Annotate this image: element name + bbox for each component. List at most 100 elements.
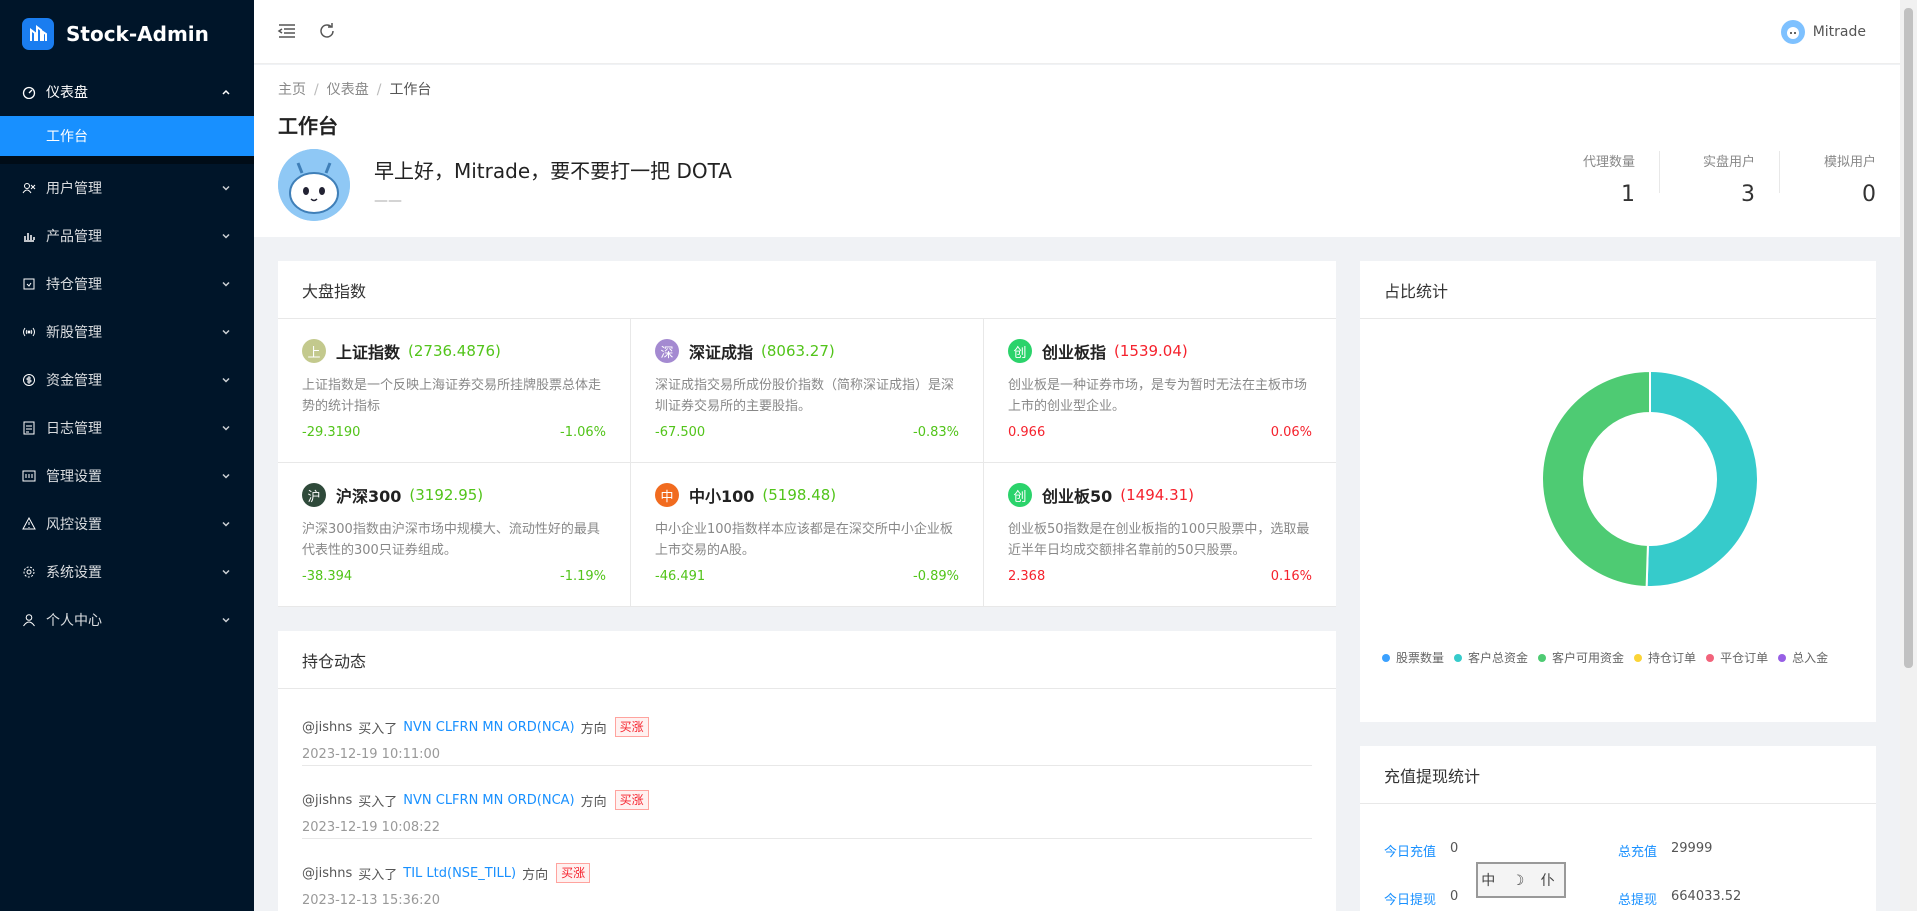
index-name: 创业板50: [1042, 487, 1113, 506]
index-name: 深证成指: [689, 343, 754, 362]
mascot-avatar: [278, 149, 350, 221]
index-name: 上证指数: [336, 343, 401, 362]
user-menu[interactable]: Mitrade: [1780, 20, 1866, 44]
feed-direction-label: 方向: [580, 721, 607, 737]
scrollbar-thumb[interactable]: [1904, 8, 1913, 668]
index-percent: -0.89%: [913, 569, 959, 584]
feed-stock-link[interactable]: NVN CLFRN MN ORD(NCA): [403, 720, 574, 735]
sidebar-item-label: 个人中心: [46, 613, 102, 629]
index-description: 创业板50指数是在创业板指的100只股票中，选取最近半年日均成交额排名靠前的50…: [1008, 522, 1310, 558]
sidebar-item-8[interactable]: 系统设置: [0, 548, 254, 596]
sidebar-item-label: 系统设置: [46, 565, 102, 581]
sidebar-item-5[interactable]: 日志管理: [0, 404, 254, 452]
stat-agents: 代理数量 1: [1540, 151, 1660, 207]
legend-dot: [1634, 653, 1643, 662]
card-title: 占比统计: [1360, 261, 1876, 319]
legend-item[interactable]: 客户可用资金: [1538, 649, 1624, 666]
feed-action: 买入了: [358, 794, 398, 810]
stamp-image: 中 ☽ 仆: [1476, 862, 1566, 898]
chevron-down-icon: [220, 326, 232, 338]
greeting-sub: ——: [374, 193, 402, 209]
index-change: -38.394: [302, 569, 353, 584]
settings-panel-icon: [22, 469, 36, 483]
feed-stock-link[interactable]: TIL Ltd(NSE_TILL): [403, 866, 516, 881]
sidebar-item-0[interactable]: 用户管理: [0, 164, 254, 212]
index-card[interactable]: 中中小100 (5198.48) 中小企业100指数样本应该都是在深交所中小企业板上…: [631, 463, 984, 607]
index-card[interactable]: 创创业板指 (1539.04) 创业板是一种证券市场，是专为暂时无法在主板市场上市的…: [984, 319, 1336, 463]
direction-tag: 买涨: [614, 790, 649, 810]
index-percent: 0.16%: [1270, 569, 1312, 584]
legend-item[interactable]: 总入金: [1778, 649, 1828, 666]
stat-demo-users: 模拟用户 0: [1823, 155, 1876, 207]
logo[interactable]: Stock-Admin: [0, 0, 254, 68]
index-price: (1539.04): [1114, 342, 1188, 360]
feed-time: 2023-12-13 15:36:20: [302, 893, 441, 908]
index-change: -67.500: [655, 425, 706, 440]
total-recharge: 总充值 29999: [1618, 841, 1713, 860]
top-header: Mitrade: [254, 0, 1900, 64]
legend-item[interactable]: 股票数量: [1382, 649, 1444, 666]
index-change: 2.368: [1008, 569, 1046, 584]
sidebar-item-3[interactable]: 新股管理: [0, 308, 254, 356]
legend-dot: [1778, 653, 1787, 662]
chevron-up-icon: [220, 86, 232, 98]
ratio-card: 占比统计 股票数量 客户总资金 客户可用资金 持仓订单 平仓订单 总入金: [1360, 261, 1876, 722]
index-price: (2736.4876): [408, 342, 501, 360]
feed-stock-link[interactable]: NVN CLFRN MN ORD(NCA): [403, 793, 574, 808]
chevron-down-icon: [220, 470, 232, 482]
broadcast-icon: [22, 325, 36, 339]
legend-item[interactable]: 客户总资金: [1454, 649, 1528, 666]
breadcrumb-home[interactable]: 主页: [278, 82, 306, 98]
feed-time: 2023-12-19 10:11:00: [302, 747, 441, 762]
refresh-icon[interactable]: [316, 20, 338, 42]
sidebar-item-6[interactable]: 管理设置: [0, 452, 254, 500]
avatar: [1780, 20, 1805, 44]
sidebar-item-label: 用户管理: [46, 181, 102, 197]
index-description: 沪深300指数由沪深市场中规模大、流动性好的最具代表性的300只证券组成。: [302, 522, 600, 558]
sidebar-item-2[interactable]: 持仓管理: [0, 260, 254, 308]
sidebar-item-workbench[interactable]: 工作台: [0, 116, 254, 156]
sidebar-submenu: 工作台: [0, 116, 254, 164]
index-price: (3192.95): [409, 486, 484, 504]
index-description: 中小企业100指数样本应该都是在深交所中小企业板上市交易的A股。: [655, 522, 953, 558]
legend-dot: [1538, 653, 1547, 662]
sidebar-item-7[interactable]: 风控设置: [0, 500, 254, 548]
sidebar-group-dashboard[interactable]: 仪表盘: [0, 68, 254, 116]
feed-action: 买入了: [358, 867, 398, 883]
sidebar-item-9[interactable]: 个人中心: [0, 596, 254, 644]
sidebar-item-4[interactable]: 资金管理: [0, 356, 254, 404]
vertical-scrollbar[interactable]: [1900, 0, 1917, 911]
index-name: 创业板指: [1042, 343, 1107, 362]
index-card[interactable]: 上上证指数 (2736.4876) 上证指数是一个反映上海证券交易所挂牌股票总体走势…: [278, 319, 631, 463]
page-title: 工作台: [278, 114, 338, 138]
sidebar-item-1[interactable]: 产品管理: [0, 212, 254, 260]
donut-slice-1[interactable]: [1645, 369, 1759, 588]
sidebar-item-label: 管理设置: [46, 469, 102, 485]
index-percent: -1.06%: [560, 425, 606, 440]
total-withdraw: 总提现 664033.52: [1618, 889, 1742, 908]
card-title: 大盘指数: [278, 261, 1336, 319]
sidebar-item-label: 风控设置: [46, 517, 102, 533]
index-card[interactable]: 深深证成指 (8063.27) 深证成指交易所成份股价指数（简称深证成指）是深圳证券…: [631, 319, 984, 463]
legend-label: 平仓订单: [1720, 651, 1769, 665]
donut-slice-2[interactable]: [1541, 369, 1651, 588]
index-card[interactable]: 沪沪深300 (3192.95) 沪深300指数由沪深市场中规模大、流动性好的最具代…: [278, 463, 631, 607]
legend-item[interactable]: 平仓订单: [1706, 649, 1768, 666]
logo-icon: [22, 18, 54, 50]
index-price: (5198.48): [762, 486, 837, 504]
legend-dot: [1454, 653, 1463, 662]
index-percent: 0.06%: [1270, 425, 1312, 440]
index-change: -29.3190: [302, 425, 361, 440]
menu-fold-icon[interactable]: [276, 20, 298, 42]
index-card[interactable]: 创创业板50 (1494.31) 创业板50指数是在创业板指的100只股票中，选取最…: [984, 463, 1336, 607]
card-title: 持仓动态: [278, 631, 1336, 689]
breadcrumb-dashboard[interactable]: 仪表盘: [327, 82, 369, 98]
user-icon: [22, 613, 36, 627]
index-percent: -1.19%: [560, 569, 606, 584]
log-icon: [22, 421, 36, 435]
legend-dot: [1706, 653, 1715, 662]
legend-item[interactable]: 持仓订单: [1634, 649, 1696, 666]
position-icon: [22, 277, 36, 291]
stats-panel: 代理数量 1 实盘用户 3 模拟用户 0: [1540, 151, 1900, 207]
chevron-down-icon: [220, 374, 232, 386]
